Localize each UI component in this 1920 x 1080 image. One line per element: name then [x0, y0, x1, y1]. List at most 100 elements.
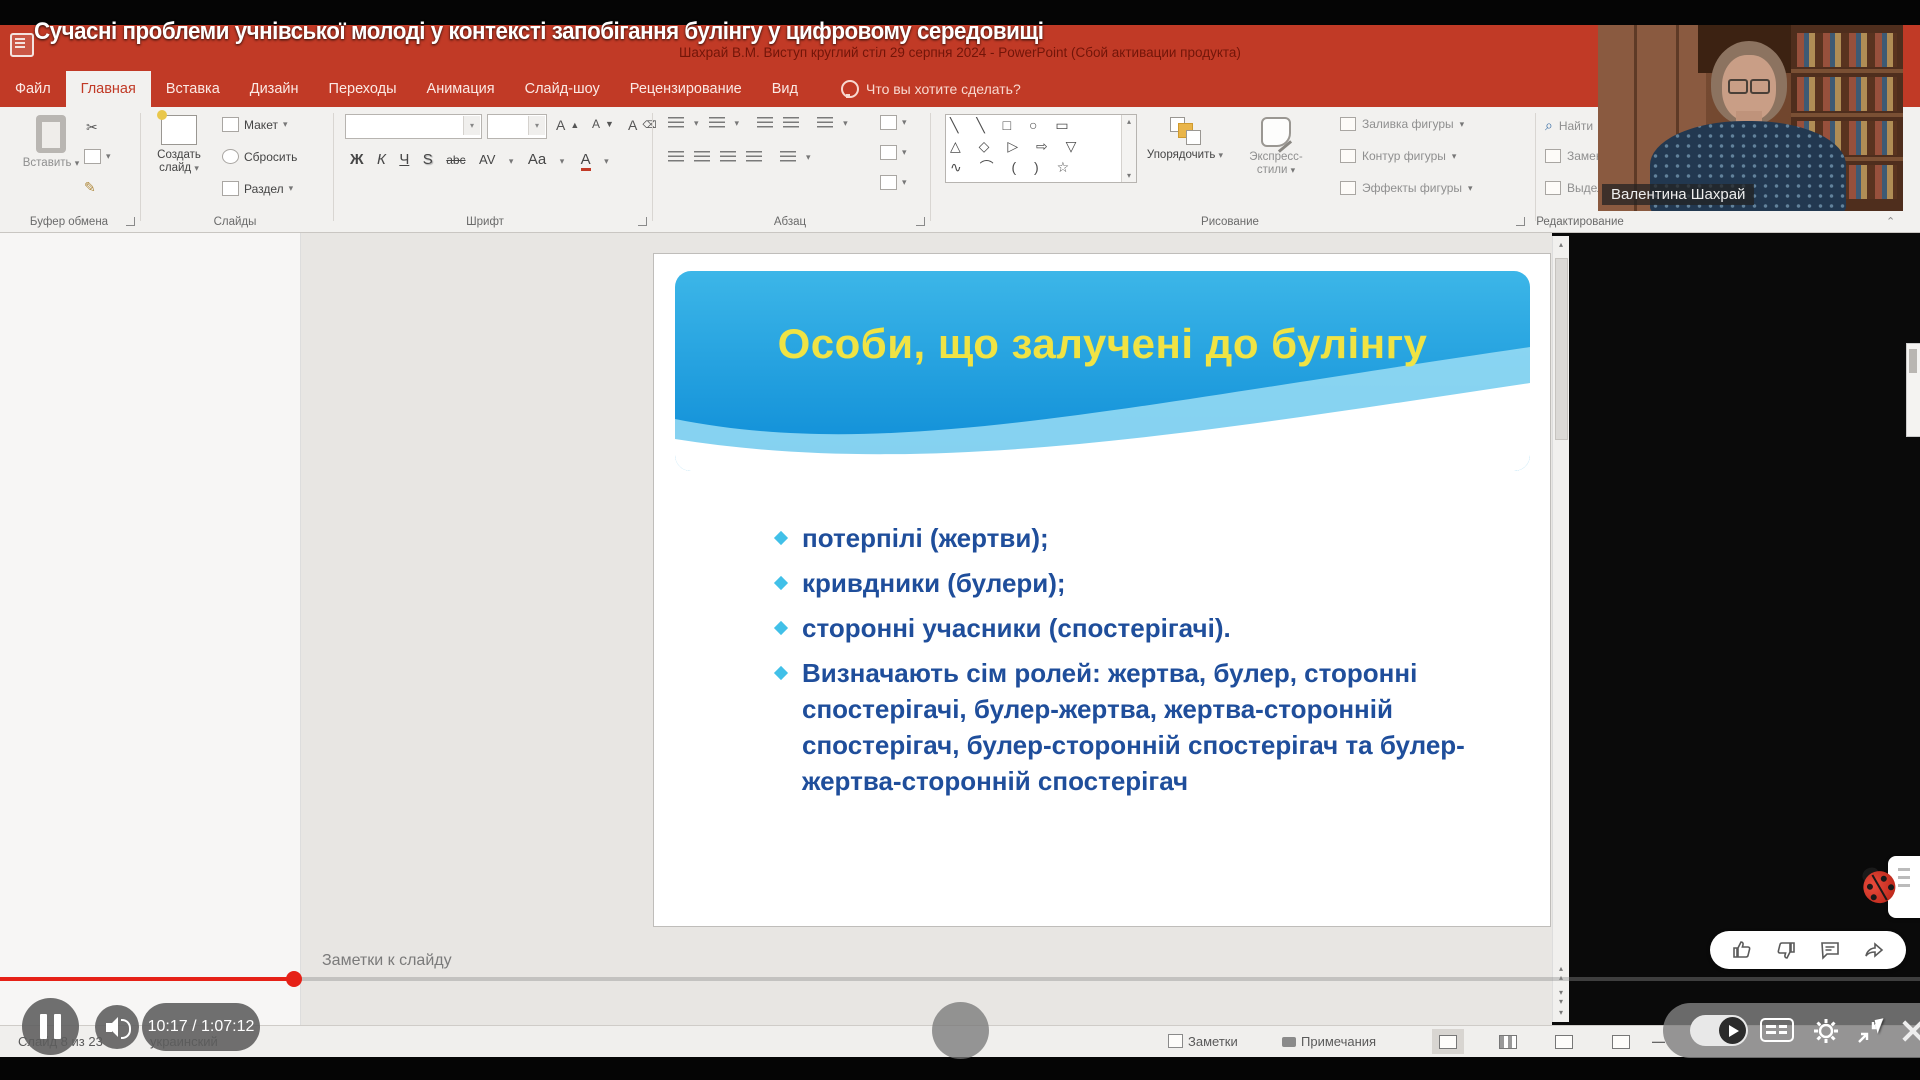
- clipboard-dialog-launcher[interactable]: [126, 217, 135, 226]
- center-overlay-button[interactable]: [932, 1002, 989, 1059]
- side-scroll-strip[interactable]: [1906, 343, 1920, 437]
- font-name-combobox[interactable]: ▾: [345, 114, 482, 139]
- align-text-button[interactable]: ▾: [880, 145, 907, 160]
- align-right-icon[interactable]: [720, 151, 736, 163]
- font-color-caret: ▾: [604, 156, 609, 166]
- normal-view-button[interactable]: [1432, 1029, 1464, 1054]
- section-button[interactable]: Раздел▾: [222, 181, 293, 196]
- shape-outline-button[interactable]: Контур фигуры▾: [1340, 149, 1456, 163]
- tab-review[interactable]: Рецензирование: [615, 71, 757, 107]
- slide-sorter-button[interactable]: [1492, 1029, 1524, 1054]
- tab-home[interactable]: Главная: [66, 71, 151, 107]
- comments-toggle[interactable]: Примечания: [1282, 1034, 1376, 1049]
- settings-gear-icon[interactable]: [1811, 1016, 1841, 1046]
- align-left-icon[interactable]: [668, 151, 684, 163]
- columns-icon[interactable]: [780, 151, 796, 163]
- font-dialog-launcher[interactable]: [638, 217, 647, 226]
- shape-fill-button[interactable]: Заливка фигуры▾: [1340, 117, 1464, 131]
- thumbs-down-icon[interactable]: [1774, 938, 1798, 962]
- grow-font-button[interactable]: A▲: [556, 117, 579, 133]
- bullets-icon[interactable]: [668, 117, 684, 129]
- new-slide-button[interactable]: Создать слайд ▾: [148, 115, 210, 175]
- volume-button[interactable]: [95, 1005, 139, 1049]
- fullscreen-exit-icon[interactable]: [1901, 1019, 1920, 1043]
- scroll-down-icon[interactable]: ▾: [1553, 1008, 1569, 1017]
- slideshow-button[interactable]: [1605, 1029, 1637, 1054]
- arrange-button[interactable]: Упорядочить ▾: [1143, 117, 1227, 162]
- notes-toggle[interactable]: Заметки: [1168, 1034, 1238, 1049]
- collapse-ribbon-icon[interactable]: ⌃: [1886, 215, 1895, 228]
- tab-design[interactable]: Дизайн: [235, 71, 314, 107]
- reset-button[interactable]: Сбросить: [222, 149, 297, 164]
- justify-icon[interactable]: [746, 151, 762, 163]
- video-progress-handle[interactable]: [286, 971, 302, 987]
- find-button[interactable]: ⌕Найти: [1545, 117, 1593, 134]
- increase-indent-icon[interactable]: [783, 117, 799, 129]
- scroll-up-icon[interactable]: ▴: [1553, 240, 1569, 249]
- side-scroll-thumb[interactable]: [1909, 349, 1917, 373]
- copy-button[interactable]: ▾: [84, 149, 111, 164]
- paste-button[interactable]: Вставить ▾: [22, 115, 80, 170]
- cut-button[interactable]: ✂: [86, 119, 98, 136]
- underline-button[interactable]: Ч: [399, 151, 409, 168]
- character-spacing-button[interactable]: AV: [479, 152, 495, 167]
- shape-effects-button[interactable]: Эффекты фигуры▾: [1340, 181, 1473, 195]
- font-color-button[interactable]: A: [581, 151, 591, 171]
- pause-icon: [40, 1014, 47, 1039]
- scrollbar-thumb[interactable]: [1555, 258, 1568, 440]
- autoplay-toggle[interactable]: [1690, 1015, 1748, 1046]
- canvas-scrollbar[interactable]: ▴ ▴▴ ▾▾ ▾: [1552, 236, 1569, 1022]
- text-direction-button[interactable]: ▾: [880, 115, 907, 130]
- shrink-font-button[interactable]: A▼: [592, 117, 614, 131]
- change-case-button[interactable]: Aa: [528, 151, 546, 168]
- numbering-icon[interactable]: [709, 117, 725, 129]
- bullet-marker: [774, 621, 788, 635]
- format-painter-button[interactable]: ✎: [84, 179, 96, 196]
- drawing-group-label: Рисование: [1175, 216, 1285, 228]
- convert-smartart-button[interactable]: ▾: [880, 175, 907, 190]
- shapes-row: △ ◇ ▷ ⇨ ▽: [946, 136, 1136, 157]
- slide-thumbnail-panel: [0, 232, 301, 1025]
- font-size-combobox[interactable]: ▾: [487, 114, 547, 139]
- thumbs-up-icon[interactable]: [1730, 938, 1754, 962]
- shapes-gallery-scrollbar[interactable]: ▴▾: [1121, 115, 1136, 182]
- next-slide-icon[interactable]: ▾▾: [1553, 988, 1569, 1006]
- tab-file[interactable]: Файл: [0, 71, 66, 107]
- align-center-icon[interactable]: [694, 151, 710, 163]
- presenter-webcam: Валентина Шахрай: [1598, 25, 1903, 211]
- text-shadow-button[interactable]: S: [423, 151, 433, 168]
- reading-view-button[interactable]: [1548, 1029, 1580, 1054]
- tell-me-search[interactable]: Что вы хотите сделать?: [841, 71, 1021, 107]
- slide-body-text[interactable]: потерпілі (жертви); кривдники (булери); …: [770, 520, 1470, 808]
- paragraph-dialog-launcher[interactable]: [916, 217, 925, 226]
- tab-slideshow[interactable]: Слайд-шоу: [510, 71, 615, 107]
- pause-button[interactable]: [22, 998, 79, 1055]
- slide-title[interactable]: Особи, що залучені до булінгу: [675, 320, 1530, 368]
- bold-button[interactable]: Ж: [350, 151, 364, 168]
- time-display: 10:17 / 1:07:12: [142, 1003, 260, 1051]
- tab-insert[interactable]: Вставка: [151, 71, 235, 107]
- layout-button[interactable]: Макет▾: [222, 117, 288, 132]
- list-buttons-row: ▾ ▾ ▾: [668, 117, 848, 129]
- shapes-row: ∿ ⌒ ( ) ☆: [946, 157, 1136, 178]
- slide-title-banner[interactable]: [675, 271, 1530, 471]
- tab-transitions[interactable]: Переходы: [314, 71, 412, 107]
- shapes-row: ╲ ╲ □ ○ ▭: [946, 115, 1136, 136]
- captions-icon[interactable]: [1760, 1018, 1794, 1042]
- decrease-indent-icon[interactable]: [757, 117, 773, 129]
- share-icon[interactable]: [1862, 938, 1886, 962]
- tab-animations[interactable]: Анимация: [412, 71, 510, 107]
- font-style-buttons: Ж К Ч S abc AV ▾ Aa ▾ A ▾: [350, 151, 609, 171]
- strikethrough-button[interactable]: abc: [446, 153, 465, 167]
- line-spacing-icon[interactable]: [817, 117, 833, 129]
- book-row: [1797, 33, 1897, 67]
- clipboard-group-label: Буфер обмена: [14, 216, 124, 228]
- notes-placeholder[interactable]: Заметки к слайду: [322, 952, 452, 970]
- comment-icon[interactable]: [1818, 938, 1842, 962]
- video-progress-track[interactable]: [0, 977, 1920, 981]
- group-divider: [652, 113, 653, 221]
- quick-styles-button[interactable]: Экспресс-стили ▾: [1235, 117, 1317, 177]
- italic-button[interactable]: К: [377, 151, 386, 168]
- shapes-gallery[interactable]: ╲ ╲ □ ○ ▭ △ ◇ ▷ ⇨ ▽ ∿ ⌒ ( ) ☆ ▴▾: [945, 114, 1137, 183]
- tab-view[interactable]: Вид: [757, 71, 813, 107]
